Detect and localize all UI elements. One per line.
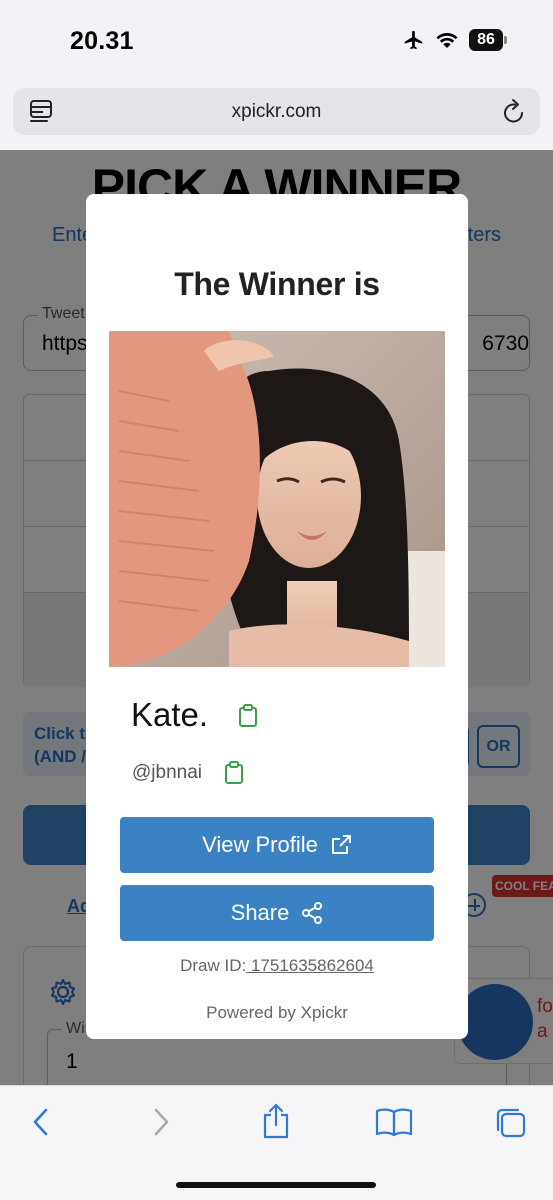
copy-name-icon[interactable] (238, 704, 258, 728)
modal-title: The Winner is (174, 266, 380, 302)
winner-name: Kate. (131, 696, 209, 733)
bookmarks-icon[interactable] (375, 1106, 413, 1138)
wifi-icon (436, 33, 458, 48)
draw-id: Draw ID: 1751635862604 (86, 956, 468, 976)
winner-photo-image (109, 331, 445, 667)
share-button[interactable]: Share (120, 885, 434, 941)
status-bar: 20.31 86 (0, 0, 553, 84)
winner-handle: @jbnnai (132, 762, 202, 783)
share-label: Share (230, 900, 290, 925)
airplane-icon (404, 30, 423, 50)
winner-modal: The Winner is Kate. @jbnnai View Profile… (86, 194, 468, 1039)
view-profile-label: View Profile (202, 832, 318, 857)
status-time: 20.31 (70, 27, 134, 55)
share-nodes-icon (302, 902, 323, 924)
external-link-icon (331, 835, 351, 854)
battery-level: 86 (469, 29, 503, 51)
back-icon[interactable] (30, 1106, 52, 1138)
view-profile-button[interactable]: View Profile (120, 817, 434, 873)
tabs-overview-icon[interactable] (494, 1106, 528, 1140)
forward-icon[interactable] (150, 1106, 172, 1138)
winner-photo (109, 331, 445, 667)
address-bar[interactable]: xpickr.com (13, 88, 540, 135)
draw-id-value[interactable]: 1751635862604 (246, 956, 374, 975)
battery-icon: 86 (469, 29, 507, 51)
powered-by: Powered by Xpickr (206, 1003, 348, 1022)
home-indicator (176, 1182, 376, 1188)
url-text[interactable]: xpickr.com (13, 101, 540, 123)
status-icons: 86 (401, 29, 507, 51)
reload-icon[interactable] (501, 98, 527, 126)
share-icon[interactable] (261, 1102, 291, 1140)
copy-handle-icon[interactable] (224, 761, 244, 785)
draw-id-label: Draw ID: (180, 956, 247, 975)
